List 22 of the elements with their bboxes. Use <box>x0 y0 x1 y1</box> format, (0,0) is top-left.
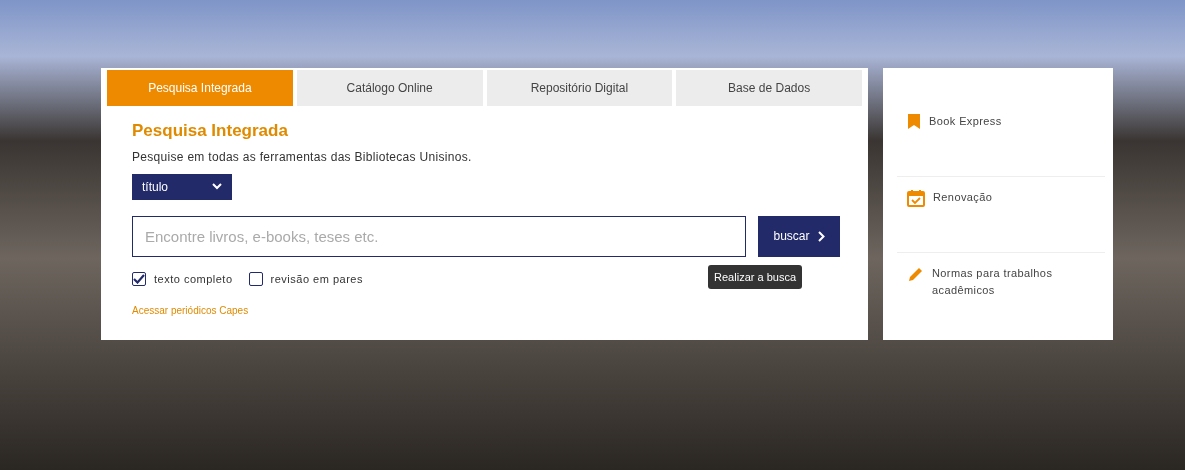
checkbox[interactable] <box>132 271 146 286</box>
checkbox[interactable] <box>248 271 263 286</box>
bookmark-icon <box>907 113 921 130</box>
chevron-right-icon <box>817 230 825 242</box>
tab[interactable]: Repositório Digital <box>486 70 673 106</box>
search-field[interactable]: Encontre livros, e-books, teses etc. <box>132 215 746 257</box>
pencil-icon <box>907 265 924 282</box>
search-button[interactable]: buscar <box>758 215 840 257</box>
tab[interactable]: Base de Dados <box>676 70 862 106</box>
check-icon <box>133 273 145 284</box>
panel-title: Pesquisa Integrada <box>132 120 289 142</box>
checkbox-label: texto completo <box>154 271 233 287</box>
quick-link[interactable]: Normas para trabalhos acadêmicos <box>932 265 1072 298</box>
tab[interactable]: Catálogo Online <box>296 70 483 106</box>
field-select[interactable]: título <box>132 173 232 200</box>
tooltip: Realizar a busca <box>708 264 802 289</box>
checkbox-label: revisão em pares <box>270 271 363 287</box>
chevron-down-icon <box>212 183 222 190</box>
calendar-icon <box>907 189 925 207</box>
quick-link[interactable]: Renovação <box>933 189 1073 206</box>
quick-link[interactable]: Book Express <box>929 113 1069 130</box>
description-text: Pesquise em todas as ferramentas das Bibliotecas Unisinos. <box>132 148 473 166</box>
